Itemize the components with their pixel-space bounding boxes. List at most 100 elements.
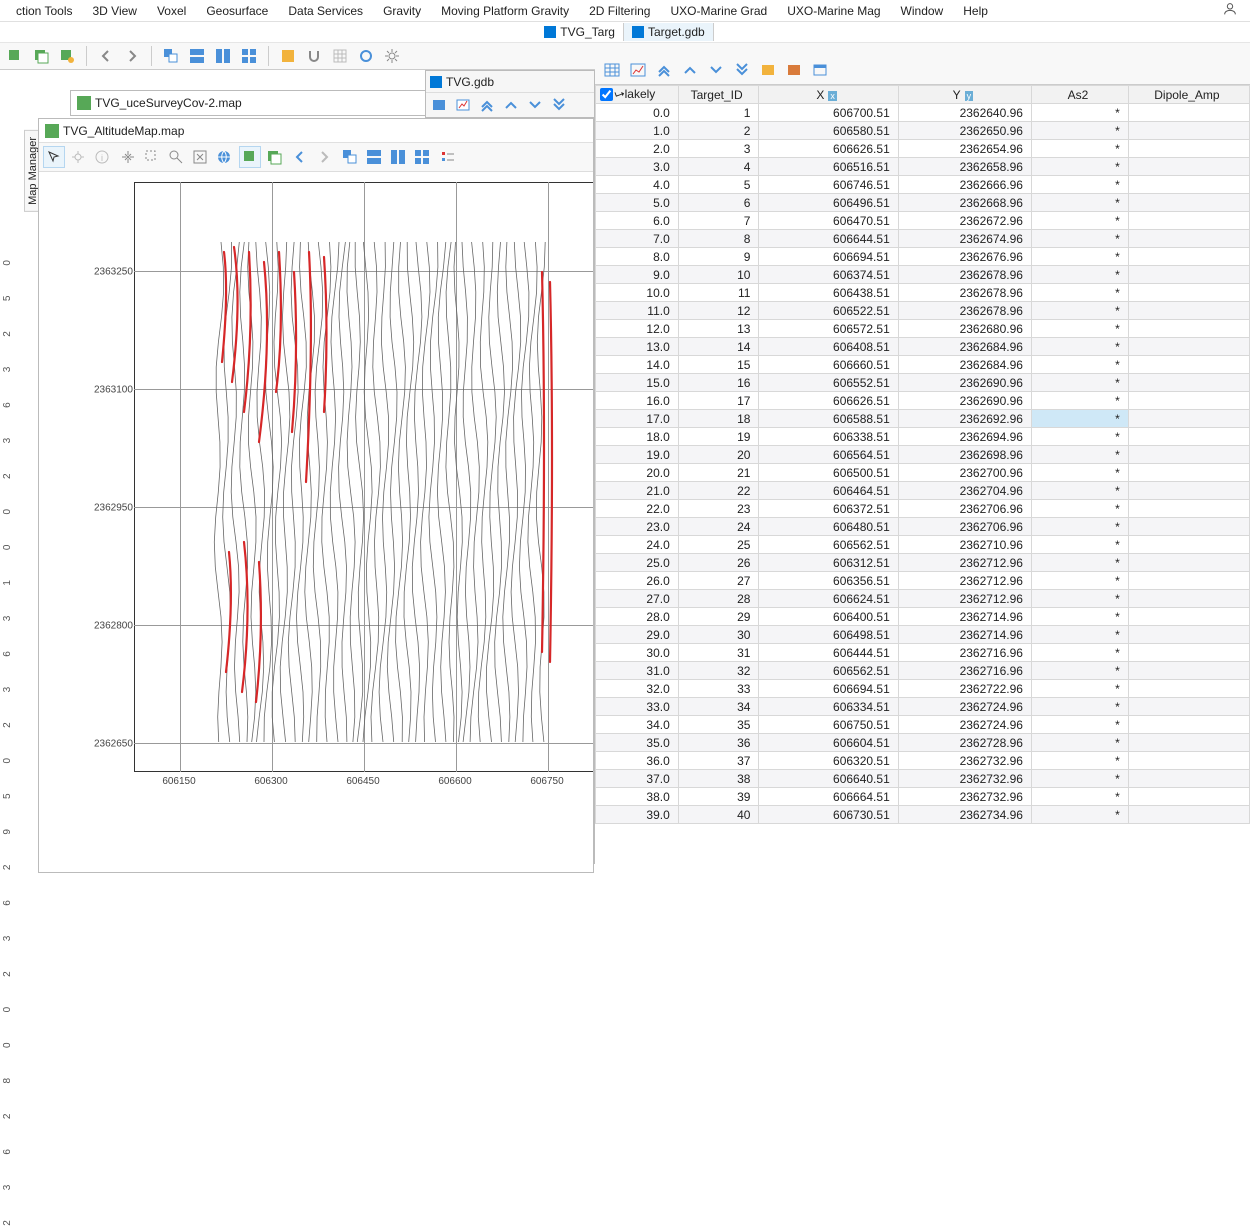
table-row[interactable]: 13.014606408.512362684.96* [596, 338, 1250, 356]
table-icon[interactable] [601, 59, 623, 81]
window-tile-h-button[interactable] [363, 146, 385, 168]
chevron-up-all-icon[interactable] [476, 94, 498, 116]
table-row[interactable]: 30.031606444.512362716.96* [596, 644, 1250, 662]
menu-item[interactable]: Geosurface [196, 2, 278, 20]
table-row[interactable]: 24.025606562.512362710.96* [596, 536, 1250, 554]
table-row[interactable]: 12.013606572.512362680.96* [596, 320, 1250, 338]
data-grid[interactable]: ⮡lakely Target_ID Xx Yy As2 Dipole_Amp 0… [595, 85, 1250, 864]
map-show-button[interactable] [239, 146, 261, 168]
table-row[interactable]: 22.023606372.512362706.96* [596, 500, 1250, 518]
grid-icon[interactable] [329, 45, 351, 67]
table-row[interactable]: 39.040606730.512362734.96* [596, 806, 1250, 824]
window-tile-v-button[interactable] [212, 45, 234, 67]
table-row[interactable]: 6.07606470.512362672.96* [596, 212, 1250, 230]
window-tile-grid-button[interactable] [411, 146, 433, 168]
nav-back-button[interactable] [289, 146, 311, 168]
table-row[interactable]: 20.021606500.512362700.96* [596, 464, 1250, 482]
zoom-icon[interactable] [165, 146, 187, 168]
legend-icon[interactable] [437, 146, 459, 168]
table-row[interactable]: 29.030606498.512362714.96* [596, 626, 1250, 644]
menu-item[interactable]: Window [891, 2, 954, 20]
zoom-extent-icon[interactable] [189, 146, 211, 168]
table-row[interactable]: 8.09606694.512362676.96* [596, 248, 1250, 266]
table-row[interactable]: 21.022606464.512362704.96* [596, 482, 1250, 500]
table-row[interactable]: 23.024606480.512362706.96* [596, 518, 1250, 536]
col-header-y[interactable]: Yy [898, 86, 1031, 104]
menu-item[interactable]: Moving Platform Gravity [431, 2, 579, 20]
table-row[interactable]: 27.028606624.512362712.96* [596, 590, 1250, 608]
float-gdb-header[interactable]: TVG.gdb [426, 71, 594, 93]
menu-item[interactable]: 3D View [82, 2, 146, 20]
table-row[interactable]: 16.017606626.512362690.96* [596, 392, 1250, 410]
globe-icon[interactable] [213, 146, 235, 168]
table-row[interactable]: 10.011606438.512362678.96* [596, 284, 1250, 302]
select-all-checkbox[interactable] [600, 88, 613, 101]
window-tile-grid-button[interactable] [238, 45, 260, 67]
menu-item[interactable]: Voxel [147, 2, 196, 20]
table-row[interactable]: 25.026606312.512362712.96* [596, 554, 1250, 572]
table-row[interactable]: 1.02606580.512362650.96* [596, 122, 1250, 140]
chevron-up-icon[interactable] [500, 94, 522, 116]
float-gdb-window[interactable]: TVG.gdb [425, 70, 595, 118]
table-row[interactable]: 4.05606746.512362666.96* [596, 176, 1250, 194]
table-view-icon[interactable] [783, 59, 805, 81]
map-canvas[interactable]: 2363250 2363100 2362950 2362800 2362650 … [39, 172, 593, 872]
col-header-as2[interactable]: As2 [1031, 86, 1128, 104]
window-tile-h-button[interactable] [186, 45, 208, 67]
menu-item[interactable]: ction Tools [6, 2, 82, 20]
nav-forward-button[interactable] [121, 45, 143, 67]
table-row[interactable]: 14.015606660.512362684.96* [596, 356, 1250, 374]
table-row[interactable]: 3.04606516.512362658.96* [596, 158, 1250, 176]
table-row[interactable]: 33.034606334.512362724.96* [596, 698, 1250, 716]
map-layers-button[interactable] [263, 146, 285, 168]
toolbar-button[interactable] [56, 45, 78, 67]
table-row[interactable]: 9.010606374.512362678.96* [596, 266, 1250, 284]
toolbar-button[interactable] [428, 94, 450, 116]
table-row[interactable]: 34.035606750.512362724.96* [596, 716, 1250, 734]
table-row[interactable]: 28.029606400.512362714.96* [596, 608, 1250, 626]
table-row[interactable]: 7.08606644.512362674.96* [596, 230, 1250, 248]
table-row[interactable]: 11.012606522.512362678.96* [596, 302, 1250, 320]
menu-item[interactable]: Help [953, 2, 998, 20]
window-tile-v-button[interactable] [387, 146, 409, 168]
table-row[interactable]: 36.037606320.512362732.96* [596, 752, 1250, 770]
table-chart-icon[interactable] [627, 59, 649, 81]
table-row[interactable]: 15.016606552.512362690.96* [596, 374, 1250, 392]
doc-tab-tvg-targ[interactable]: TVG_Targ [536, 23, 624, 41]
menu-item[interactable]: UXO-Marine Mag [777, 2, 890, 20]
user-icon[interactable] [1222, 1, 1244, 20]
col-header-dipole-amp[interactable]: Dipole_Amp [1128, 86, 1249, 104]
chevron-down-icon[interactable] [524, 94, 546, 116]
toolbar-button[interactable] [277, 45, 299, 67]
toolbar-button[interactable] [355, 45, 377, 67]
table-row[interactable]: 17.018606588.512362692.96* [596, 410, 1250, 428]
table-row[interactable]: 18.019606338.512362694.96* [596, 428, 1250, 446]
menu-item[interactable]: Gravity [373, 2, 431, 20]
window-cascade-button[interactable] [339, 146, 361, 168]
magnet-icon[interactable] [303, 45, 325, 67]
zoom-box-icon[interactable] [141, 146, 163, 168]
table-row[interactable]: 37.038606640.512362732.96* [596, 770, 1250, 788]
toolbar-button[interactable] [4, 45, 26, 67]
col-header-lakely[interactable]: ⮡lakely [596, 86, 679, 104]
pointer-icon[interactable] [43, 146, 65, 168]
table-row[interactable]: 26.027606356.512362712.96* [596, 572, 1250, 590]
chevron-down-all-icon[interactable] [548, 94, 570, 116]
nav-back-button[interactable] [95, 45, 117, 67]
col-header-target-id[interactable]: Target_ID [678, 86, 759, 104]
first-record-icon[interactable] [653, 59, 675, 81]
table-row[interactable]: 31.032606562.512362716.96* [596, 662, 1250, 680]
prev-record-icon[interactable] [679, 59, 701, 81]
menu-item[interactable]: 2D Filtering [579, 2, 660, 20]
pan-icon[interactable] [117, 146, 139, 168]
next-record-icon[interactable] [705, 59, 727, 81]
menu-item[interactable]: UXO-Marine Grad [660, 2, 777, 20]
last-record-icon[interactable] [731, 59, 753, 81]
nav-forward-button[interactable] [313, 146, 335, 168]
table-row[interactable]: 2.03606626.512362654.96* [596, 140, 1250, 158]
settings-icon[interactable] [381, 45, 403, 67]
table-view-icon[interactable] [809, 59, 831, 81]
toolbar-button[interactable] [452, 94, 474, 116]
toolbar-button[interactable] [30, 45, 52, 67]
window-cascade-button[interactable] [160, 45, 182, 67]
